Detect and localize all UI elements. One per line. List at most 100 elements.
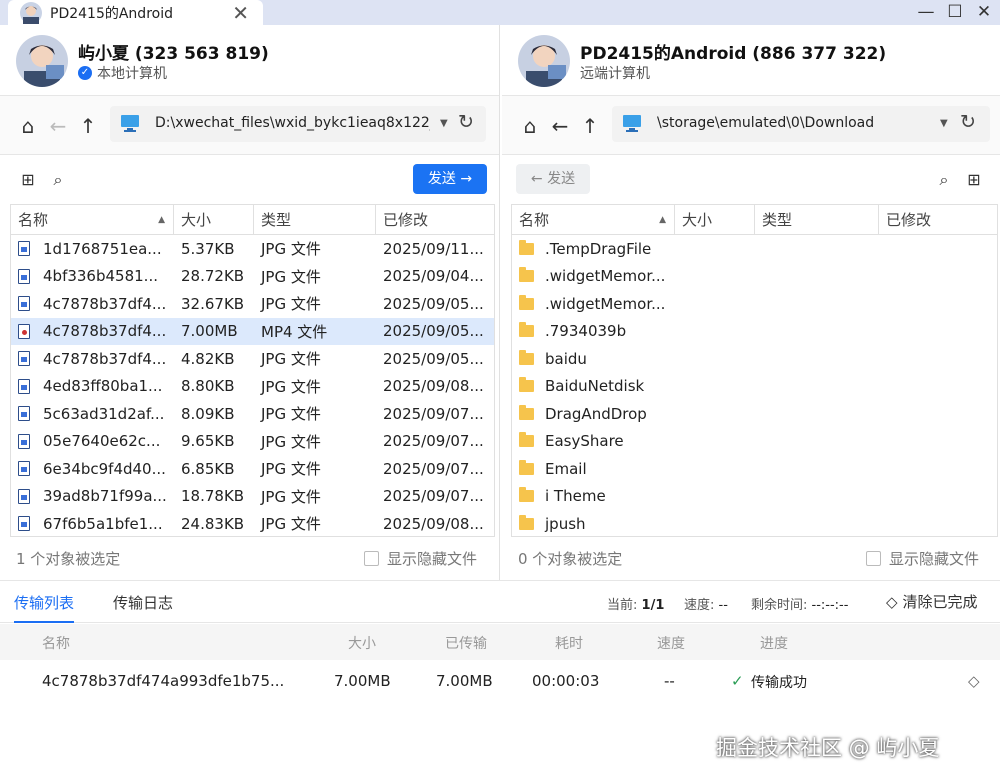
file-row[interactable]: 1d1768751ea... 5.37KB JPG 文件 2025/09/11... <box>11 235 494 263</box>
back-arrow-icon[interactable]: ← <box>548 114 572 138</box>
column-name[interactable]: 名称 ▲ <box>11 205 174 234</box>
tab-title: PD2415的Android <box>50 6 173 22</box>
file-row[interactable]: 4bf336b4581... 28.72KB JPG 文件 2025/09/04... <box>11 263 494 291</box>
column-size: 大小 <box>348 636 376 652</box>
folder-row[interactable]: Email <box>512 455 997 483</box>
folder-row[interactable]: BaiduNetdisk <box>512 373 997 401</box>
up-arrow-icon[interactable]: ↑ <box>578 114 602 138</box>
show-hidden-toggle[interactable]: 显示隐藏文件 <box>866 548 979 569</box>
folder-name: DragAndDrop <box>512 404 675 423</box>
folder-name-text: .7934039b <box>545 322 627 341</box>
remote-toolbar: ← 发送 ⌕ ⊞ <box>502 156 1000 204</box>
show-hidden-toggle[interactable]: 显示隐藏文件 <box>364 548 477 569</box>
file-name-text: 4ed83ff80ba1... <box>43 377 163 396</box>
verified-icon: ✓ <box>78 66 92 80</box>
file-name: 4c7878b37df4... <box>11 350 174 368</box>
folder-row[interactable]: .7934039b <box>512 318 997 346</box>
column-transferred: 已传输 <box>445 636 487 652</box>
folder-row[interactable]: DragAndDrop <box>512 400 997 428</box>
checkbox[interactable] <box>364 551 379 566</box>
tab-transfer-list[interactable]: 传输列表 <box>14 592 75 623</box>
selection-count: 0 个对象被选定 <box>518 550 623 568</box>
transfer-row[interactable]: 4c7878b37df474a993dfe1b75... 7.00MB 7.00… <box>0 661 1000 701</box>
file-name-text: 67f6b5a1bfe1... <box>43 514 163 533</box>
folder-icon <box>519 377 534 393</box>
chevron-down-icon[interactable]: ▼ <box>440 118 448 129</box>
file-row[interactable]: 39ad8b71f99a... 18.78KB JPG 文件 2025/09/07..… <box>11 483 494 511</box>
folder-row[interactable]: .widgetMemor... <box>512 290 997 318</box>
column-name[interactable]: 名称 ▲ <box>512 205 675 234</box>
speed-value: -- <box>718 598 728 613</box>
search-icon[interactable]: ⌕ <box>934 170 954 190</box>
close-window-button[interactable]: ✕ <box>968 0 1000 25</box>
file-size: 8.80KB <box>181 377 235 396</box>
folder-icon <box>519 239 534 255</box>
clear-completed-button[interactable]: ◇ 清除已完成 <box>886 591 978 612</box>
folder-name-text: jpush <box>545 514 586 533</box>
column-modified[interactable]: 已修改 <box>376 205 494 234</box>
file-row[interactable]: 4c7878b37df4... 4.82KB JPG 文件 2025/09/05... <box>11 345 494 373</box>
send-button[interactable]: 发送 → <box>413 164 487 194</box>
home-icon[interactable]: ⌂ <box>16 114 40 138</box>
local-user-type: 本地计算机 <box>97 66 167 82</box>
folder-icon <box>519 487 534 503</box>
tab-transfer-log[interactable]: 传输日志 <box>113 592 173 613</box>
local-path-box[interactable]: D:\xwechat_files\wxid_bykc1ieaq8x122_ ▼ … <box>110 106 486 142</box>
watermark: 掘金技术社区 @ 屿小夏 <box>716 736 940 760</box>
file-modified: 2025/09/05... <box>383 294 484 313</box>
search-icon[interactable]: ⌕ <box>48 170 68 190</box>
maximize-button[interactable]: ☐ <box>939 0 971 25</box>
column-name-label: 名称 <box>18 211 49 229</box>
clear-completed-label: 清除已完成 <box>902 593 978 611</box>
window-tab[interactable]: PD2415的Android ✕ <box>8 0 263 26</box>
send-back-button[interactable]: ← 发送 <box>516 164 590 194</box>
column-type[interactable]: 类型 <box>755 205 879 234</box>
folder-name-text: i Theme <box>545 487 606 506</box>
image-file-icon <box>18 461 30 477</box>
folder-row[interactable]: jpush <box>512 510 997 536</box>
remote-status-bar: 0 个对象被选定 显示隐藏文件 <box>502 537 1000 577</box>
folder-row[interactable]: baidu <box>512 345 997 373</box>
remote-nav-bar: ⌂ ← ↑ \storage\emulated\0\Download ▼ ↻ <box>502 95 1000 155</box>
chevron-down-icon[interactable]: ▼ <box>940 118 948 129</box>
up-arrow-icon[interactable]: ↑ <box>76 114 100 138</box>
folder-row[interactable]: .TempDragFile <box>512 235 997 263</box>
column-type[interactable]: 类型 <box>254 205 376 234</box>
checkbox[interactable] <box>866 551 881 566</box>
eraser-icon[interactable]: ◇ <box>968 672 980 690</box>
home-icon[interactable]: ⌂ <box>518 114 542 138</box>
file-type: JPG 文件 <box>261 295 321 314</box>
folder-row[interactable]: EasyShare <box>512 428 997 456</box>
file-row[interactable]: 4c7878b37df4... 32.67KB JPG 文件 2025/09/05..… <box>11 290 494 318</box>
new-folder-icon[interactable]: ⊞ <box>18 170 38 190</box>
image-file-icon <box>18 516 30 532</box>
file-row[interactable]: 6e34bc9f4d40... 6.85KB JPG 文件 2025/09/07... <box>11 455 494 483</box>
column-modified[interactable]: 已修改 <box>879 205 997 234</box>
minimize-button[interactable]: — <box>910 0 942 25</box>
file-row[interactable]: 5c63ad31d2af... 8.09KB JPG 文件 2025/09/07... <box>11 400 494 428</box>
success-check-icon: ✓ <box>731 672 744 690</box>
local-status-bar: 1 个对象被选定 显示隐藏文件 <box>0 537 499 577</box>
remote-path-box[interactable]: \storage\emulated\0\Download ▼ ↻ <box>612 106 990 142</box>
file-row[interactable]: 05e7640e62c... 9.65KB JPG 文件 2025/09/07... <box>11 428 494 456</box>
refresh-icon[interactable]: ↻ <box>458 111 474 133</box>
folder-name: i Theme <box>512 487 675 505</box>
new-folder-icon[interactable]: ⊞ <box>964 170 984 190</box>
file-size: 5.37KB <box>181 239 235 258</box>
folder-name: .widgetMemor... <box>512 267 675 285</box>
column-progress: 进度 <box>760 636 788 652</box>
file-row[interactable]: 4c7878b37df4... 7.00MB MP4 文件 2025/09/05... <box>11 317 494 345</box>
column-size[interactable]: 大小 <box>174 205 254 234</box>
folder-row[interactable]: .widgetMemor... <box>512 263 997 291</box>
remote-user-name: PD2415的Android (886 377 322) <box>580 44 887 64</box>
file-row[interactable]: 4ed83ff80ba1... 8.80KB JPG 文件 2025/09/08... <box>11 373 494 401</box>
close-tab-icon[interactable]: ✕ <box>232 1 249 25</box>
refresh-icon[interactable]: ↻ <box>960 111 976 133</box>
file-row[interactable]: 67f6b5a1bfe1... 24.83KB JPG 文件 2025/09/08..… <box>11 510 494 536</box>
file-name: 4ed83ff80ba1... <box>11 377 174 395</box>
show-hidden-label: 显示隐藏文件 <box>387 550 478 568</box>
back-arrow-icon[interactable]: ← <box>46 114 70 138</box>
column-size[interactable]: 大小 <box>675 205 755 234</box>
folder-row[interactable]: i Theme <box>512 483 997 511</box>
file-name-text: 39ad8b71f99a... <box>43 487 167 506</box>
